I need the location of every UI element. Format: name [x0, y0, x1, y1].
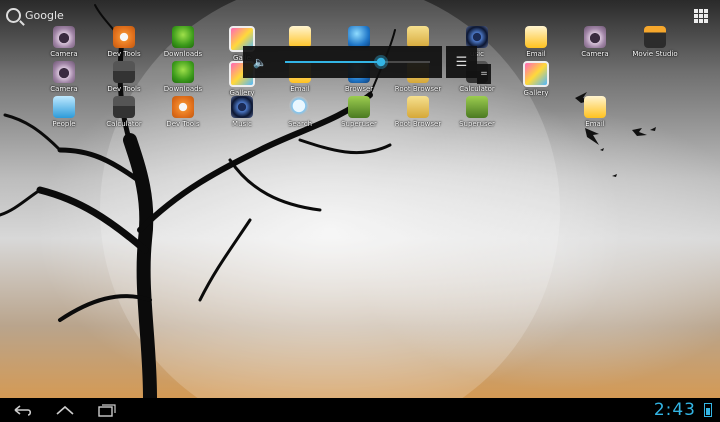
app-shortcut[interactable]: Calculator: [96, 96, 152, 130]
volume-thumb[interactable]: [373, 55, 388, 69]
search-icon: [6, 7, 21, 23]
home-icon: [56, 405, 74, 415]
calculator-icon: [113, 61, 135, 83]
app-shortcut[interactable]: Root Browser: [390, 96, 446, 130]
app-shortcut-label: Calculator: [459, 85, 495, 93]
downloads-icon: [172, 26, 194, 48]
app-shortcut-label: Dev Tools: [166, 120, 200, 128]
back-icon: [14, 405, 32, 416]
clock[interactable]: 2:43: [654, 398, 696, 422]
app-shortcut-label: Downloads: [163, 85, 203, 93]
app-shortcut[interactable]: Email: [508, 26, 564, 60]
app-shortcut-label: Superuser: [341, 120, 377, 128]
recent-apps-button[interactable]: [94, 401, 120, 419]
app-shortcut-label: Browser: [344, 85, 374, 93]
app-shortcut[interactable]: Email: [567, 96, 623, 130]
app-shortcut[interactable]: Search: [272, 96, 328, 130]
app-shortcut-label: Music: [232, 120, 252, 128]
gallery-icon: [523, 61, 549, 87]
app-shortcut[interactable]: Superuser: [331, 96, 387, 130]
superuser-icon: [348, 96, 370, 118]
app-shortcut-label: Email: [526, 50, 546, 58]
app-shortcut-label: Search: [287, 120, 313, 128]
app-shortcut-label: Root Browser: [394, 85, 442, 93]
camera-icon: [584, 26, 606, 48]
email-icon: [289, 26, 311, 48]
volume-panel: 🔈: [243, 46, 442, 78]
app-shortcut-label: People: [52, 120, 76, 128]
root-browser-icon: [407, 96, 429, 118]
app-shortcut[interactable]: Superuser: [449, 96, 505, 130]
back-button[interactable]: [10, 401, 36, 419]
speaker-icon: 🔈: [253, 55, 267, 69]
devtools-icon: [172, 96, 194, 118]
app-shortcut-label: Root Browser: [394, 120, 442, 128]
camera-icon: [53, 61, 75, 83]
recent-apps-icon: [98, 404, 116, 417]
people-icon: [53, 96, 75, 118]
volume-expand-handle[interactable]: =: [477, 64, 491, 84]
app-shortcut-label: Dev Tools: [107, 50, 141, 58]
app-shortcut[interactable]: Downloads: [155, 61, 211, 95]
navigation-bar: 2:43: [0, 398, 720, 422]
devtools-icon: [113, 26, 135, 48]
volume-fill: [285, 61, 381, 63]
search-icon: [289, 96, 311, 118]
app-shortcut[interactable]: Dev Tools: [96, 61, 152, 95]
superuser-icon: [466, 96, 488, 118]
root-browser-icon: [407, 26, 429, 48]
app-shortcut[interactable]: Camera: [36, 61, 92, 95]
sliders-icon: ☰: [455, 54, 468, 70]
browser-icon: [348, 26, 370, 48]
all-apps-button[interactable]: [694, 9, 708, 23]
app-shortcut-label: Gallery: [523, 89, 549, 97]
app-shortcut[interactable]: Camera: [567, 26, 623, 60]
app-shortcut-label: Downloads: [163, 50, 203, 58]
downloads-icon: [172, 61, 194, 83]
app-shortcut[interactable]: Dev Tools: [155, 96, 211, 130]
battery-icon[interactable]: [704, 403, 712, 417]
app-shortcut-label: Movie Studio: [632, 50, 678, 58]
app-shortcut-label: Superuser: [459, 120, 495, 128]
camera-icon: [53, 26, 75, 48]
app-shortcut[interactable]: Camera: [36, 26, 92, 60]
app-shortcut[interactable]: Movie Studio: [627, 26, 683, 60]
google-search-bar[interactable]: Google: [6, 5, 64, 25]
app-shortcut[interactable]: People: [36, 96, 92, 130]
volume-slider[interactable]: [285, 55, 430, 69]
volume-settings-button[interactable]: ☰: [446, 46, 477, 78]
app-shortcut-label: Dev Tools: [107, 85, 141, 93]
app-shortcut-label: Camera: [50, 85, 78, 93]
app-shortcut[interactable]: Downloads: [155, 26, 211, 60]
app-shortcut-label: Email: [585, 120, 605, 128]
google-label: Google: [25, 8, 64, 22]
app-shortcut-label: Camera: [50, 50, 78, 58]
app-shortcut[interactable]: Gallery: [508, 61, 564, 97]
app-shortcut-label: Calculator: [106, 120, 142, 128]
home-button[interactable]: [52, 401, 78, 419]
app-shortcut-label: Email: [290, 85, 310, 93]
email-icon: [525, 26, 547, 48]
app-shortcut-label: Camera: [581, 50, 609, 58]
app-shortcut[interactable]: Music: [214, 96, 270, 130]
email-icon: [584, 96, 606, 118]
music-icon: [231, 96, 253, 118]
calculator-icon: [113, 96, 135, 118]
music-icon: [466, 26, 488, 48]
movie-studio-icon: [644, 26, 666, 48]
app-shortcut[interactable]: Dev Tools: [96, 26, 152, 60]
